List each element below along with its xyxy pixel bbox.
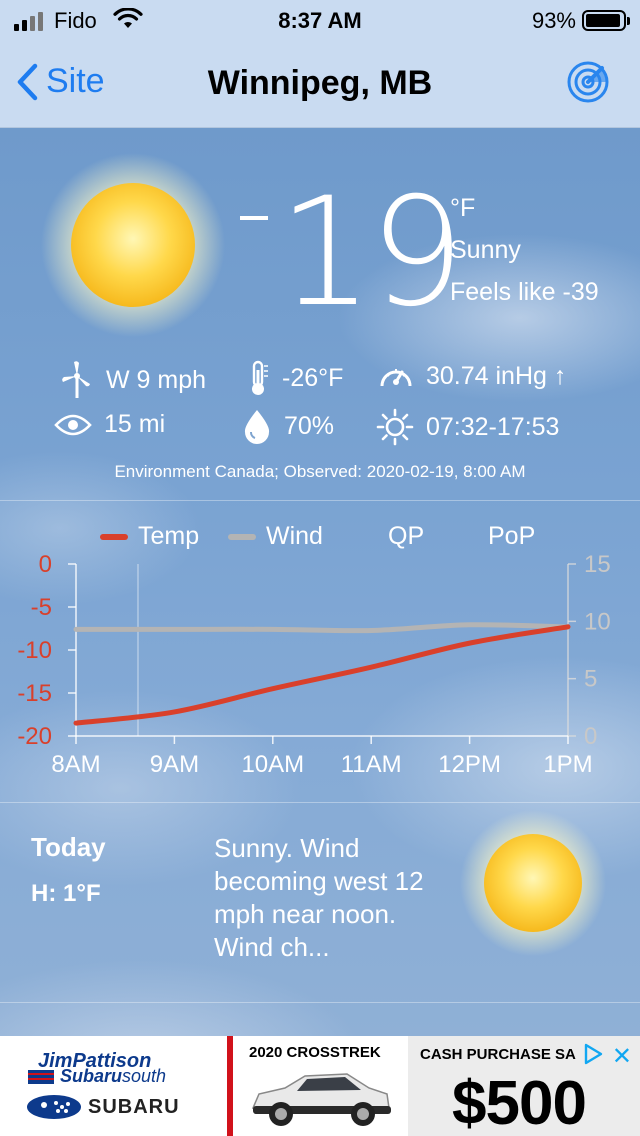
legend-pop-label: PoP	[488, 522, 536, 550]
y-left-tick-label: -10	[17, 637, 52, 664]
forecast-text[interactable]: Sunny. Wind becoming west 12 mph near no…	[214, 832, 444, 964]
legend-wind-label: Wind	[266, 522, 323, 550]
ad-subaru-wordmark: SUBARU	[88, 1096, 180, 1118]
dewpoint-value: -26°F	[282, 363, 344, 392]
current-condition: Sunny	[450, 236, 521, 264]
hourly-chart[interactable]: 0 -5 -10 -15 -20 15 10 5 0 8AM 9AM 10AM 11AM 12PM 1PM	[0, 548, 640, 798]
y-right-tick-label: 15	[584, 551, 611, 578]
legend-qp-label: QP	[388, 522, 425, 550]
wind-value: W 9 mph	[106, 365, 207, 394]
page-title: Winnipeg, MB	[207, 64, 433, 102]
humidity-value: 70%	[284, 411, 335, 440]
status-bar: Fido 8:37 AM 93%	[0, 0, 640, 40]
ad-dealer-subname: Subarusouth	[60, 1066, 166, 1087]
water-drop-icon	[244, 410, 270, 444]
x-tick-label: 9AM	[150, 751, 199, 778]
gauge-icon	[380, 369, 412, 387]
wind-detail: W 9 mph	[60, 360, 206, 400]
ad-dealer-panel[interactable]: JimPattison Subarusouth SUBARU	[0, 1036, 224, 1136]
x-tick-label: 11AM	[341, 751, 402, 778]
legend-pop[interactable]: PoP	[488, 522, 535, 551]
ad-flag-icon	[28, 1070, 54, 1084]
x-tick-label: 10AM	[241, 751, 304, 778]
sun-icon	[41, 153, 225, 337]
temperature-sign	[240, 216, 268, 220]
ad-choices-icon[interactable]	[582, 1042, 604, 1066]
divider	[0, 802, 640, 803]
ad-model-name: 2020 CROSSTREK	[249, 1044, 381, 1061]
ad-model-panel[interactable]: 2020 CROSSTREK	[233, 1036, 408, 1136]
radar-icon[interactable]	[566, 60, 610, 104]
divider	[0, 1002, 640, 1003]
legend-temp[interactable]: Temp	[100, 522, 199, 551]
current-temperature: 19	[278, 166, 465, 340]
ad-offer-panel[interactable]: CASH PURCHASE SA ✕ $500	[408, 1036, 640, 1136]
pressure-value: 30.74 inHg ↑	[426, 361, 567, 390]
ad-banner[interactable]: JimPattison Subarusouth SUBARU 2020 CROS…	[0, 1036, 640, 1136]
legend-qp[interactable]: QP	[388, 522, 424, 551]
eye-icon	[54, 414, 92, 435]
sun-outline-icon	[376, 408, 414, 446]
ad-price: $500	[452, 1069, 587, 1136]
wind-turbine-icon	[62, 361, 90, 398]
humidity-detail: 70%	[242, 408, 334, 444]
x-tick-label: 12PM	[438, 751, 501, 778]
temperature-unit: °F	[450, 194, 476, 222]
y-right-tick-label: 5	[584, 666, 597, 693]
legend-temp-swatch	[100, 533, 128, 540]
forecast-high: H: 1°F	[31, 880, 101, 907]
feels-like: Feels like -39	[450, 278, 599, 306]
forecast-day: Today	[31, 832, 106, 862]
top-bar: Fido 8:37 AM 93% Site Winnipeg, MB	[0, 0, 640, 128]
x-tick-label: 1PM	[543, 751, 592, 778]
x-tick-label: 8AM	[51, 751, 100, 778]
pressure-detail: 30.74 inHg ↑	[378, 360, 566, 392]
sunrise-sunset-detail: 07:32-17:53	[376, 408, 559, 446]
y-right-tick-label: 10	[584, 608, 611, 635]
y-left-tick-label: -5	[31, 594, 52, 621]
y-left-tick-label: -20	[17, 723, 52, 750]
dewpoint-detail: -26°F	[246, 360, 343, 396]
visibility-detail: 15 mi	[54, 410, 165, 439]
ad-dealer-subname-rest: south	[122, 1066, 167, 1086]
observation-source: Environment Canada; Observed: 2020-02-19…	[114, 462, 526, 481]
ad-close-icon[interactable]: ✕	[612, 1042, 632, 1071]
divider	[0, 500, 640, 501]
ad-offer-text: CASH PURCHASE SA	[420, 1046, 576, 1063]
sun-times-value: 07:32-17:53	[426, 412, 560, 441]
battery-icon	[582, 10, 630, 31]
ad-dealer-subname-bold: Subaru	[60, 1066, 123, 1086]
car-icon	[251, 1073, 391, 1126]
subaru-logo-icon	[27, 1095, 81, 1119]
navigation-bar: Site Winnipeg, MB	[0, 40, 640, 128]
y-left-tick-label: -15	[17, 680, 52, 707]
visibility-value: 15 mi	[104, 410, 166, 438]
battery-percent: 93%	[531, 8, 576, 33]
legend-wind-swatch	[228, 533, 256, 540]
y-right-tick-label: 0	[584, 723, 597, 750]
legend-temp-label: Temp	[138, 522, 200, 550]
wind-series-line	[73, 622, 571, 634]
legend-wind[interactable]: Wind	[228, 522, 323, 551]
temp-series-line	[73, 624, 571, 726]
sun-icon	[460, 810, 606, 956]
y-left-tick-label: 0	[39, 551, 52, 578]
thermometer-icon	[252, 360, 268, 395]
